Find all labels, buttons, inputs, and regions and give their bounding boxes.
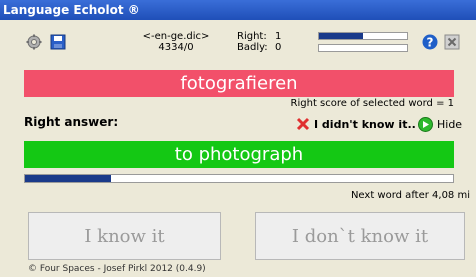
- didnt-know-link[interactable]: I didn't know it..: [296, 117, 416, 131]
- score-stats: Right: 1 Badly: 0: [237, 31, 281, 53]
- svg-text:?: ?: [427, 36, 434, 50]
- didnt-know-label: I didn't know it..: [314, 117, 416, 131]
- answer-word: to photograph: [24, 141, 454, 168]
- hide-link[interactable]: Hide: [418, 117, 462, 132]
- time-progress-bar: [24, 174, 454, 183]
- badly-label: Badly:: [237, 42, 268, 53]
- i-dont-know-it-button[interactable]: I don`t know it: [255, 212, 465, 260]
- copyright-footer: © Four Spaces - Josef Pirkl 2012 (0.4.9): [28, 264, 206, 274]
- hide-label: Hide: [437, 118, 463, 131]
- question-word: fotografieren: [24, 70, 454, 97]
- badly-count: 0: [275, 42, 282, 53]
- window-title: Language Echolot ®: [0, 0, 476, 20]
- arrow-right-icon: [418, 117, 433, 132]
- right-score-fill: [319, 33, 363, 39]
- time-progress-fill: [25, 175, 111, 182]
- badly-score-bar: [318, 44, 408, 52]
- toolbar: <-en-ge.dic> 4334/0 Right: 1 Badly: 0 ?: [0, 20, 476, 66]
- word-score-text: Right score of selected word = 1: [290, 98, 454, 109]
- right-count: 1: [275, 31, 282, 42]
- right-answer-label: Right answer:: [24, 115, 119, 129]
- dictionary-name: <-en-ge.dic>: [142, 31, 210, 42]
- right-label: Right:: [237, 31, 267, 42]
- next-word-timer: Next word after 4,08 mi: [350, 190, 470, 201]
- help-icon[interactable]: ?: [422, 34, 438, 50]
- i-know-it-button[interactable]: I know it: [28, 212, 221, 260]
- dictionary-count: 4334/0: [158, 42, 194, 53]
- red-x-icon: [296, 117, 310, 131]
- gear-icon[interactable]: [26, 34, 42, 50]
- right-score-bar: [318, 32, 408, 40]
- dictionary-info: <-en-ge.dic> 4334/0: [126, 31, 226, 53]
- save-icon[interactable]: [50, 34, 66, 50]
- close-icon[interactable]: [444, 34, 460, 50]
